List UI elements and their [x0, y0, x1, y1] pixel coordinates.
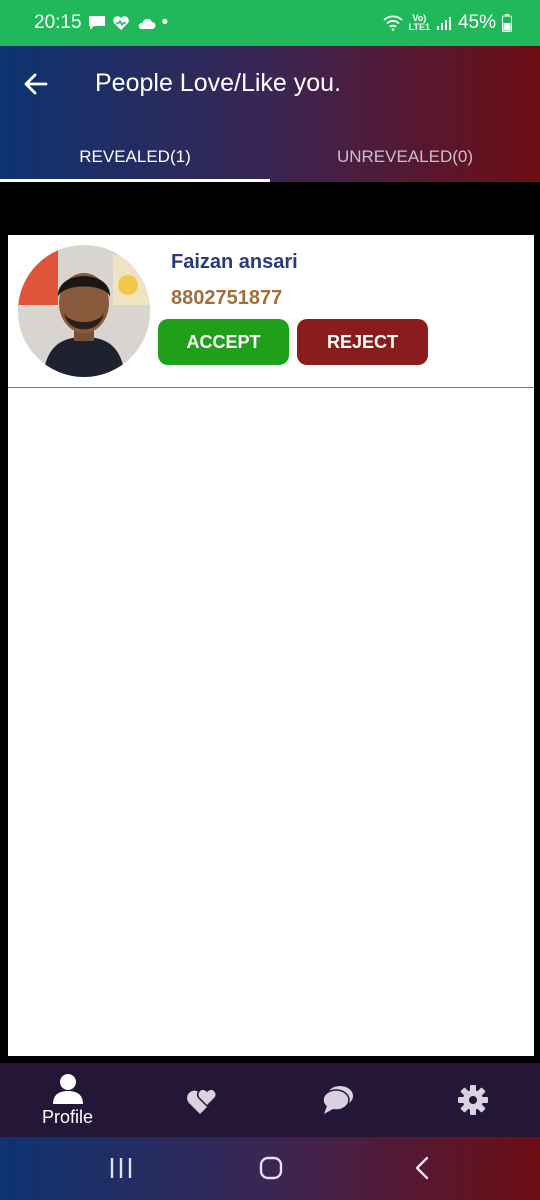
recents-icon: [110, 1158, 132, 1178]
tab-revealed-label: REVEALED(1): [79, 147, 191, 166]
tab-unrevealed-label: UNREVEALED(0): [336, 147, 474, 166]
status-bar: 20:15 • Vo) LTE1 45%: [0, 0, 540, 46]
tab-bar: REVEALED(1) UNREVEALED(0): [0, 132, 540, 182]
battery-percent: 45%: [457, 12, 496, 33]
nav-chat[interactable]: [270, 1063, 405, 1137]
chat-bubble-icon: [321, 1086, 353, 1114]
back-icon: [415, 1156, 429, 1180]
nav-profile-label: Profile: [41, 1106, 94, 1127]
status-time: 20:15: [34, 12, 82, 33]
nav-profile[interactable]: Profile: [0, 1063, 135, 1137]
system-nav-bar: [0, 1137, 540, 1200]
home-icon: [259, 1156, 283, 1180]
arrow-left-icon: [24, 73, 48, 95]
cloud-icon: [136, 16, 156, 30]
reject-button[interactable]: REJECT: [297, 319, 428, 365]
health-heart-icon: [112, 15, 130, 31]
tab-unrevealed[interactable]: UNREVEALED(0): [270, 132, 540, 182]
wifi-icon: [383, 15, 403, 31]
back-button[interactable]: [22, 70, 50, 98]
heart-icon: [186, 1088, 217, 1114]
people-list: Faizan ansari 8802751877 ACCEPT REJECT: [8, 235, 534, 1056]
gear-icon: [457, 1085, 488, 1115]
battery-icon: [502, 14, 512, 32]
person-phone: 8802751877: [171, 287, 283, 309]
page-title: People Love/Like you.: [95, 69, 342, 97]
avatar[interactable]: [18, 245, 150, 377]
bottom-nav: Profile: [0, 1063, 540, 1137]
person-name: Faizan ansari: [171, 251, 298, 273]
home-button[interactable]: [258, 1155, 284, 1186]
system-back-button[interactable]: [410, 1155, 436, 1186]
nav-settings[interactable]: [405, 1063, 540, 1137]
recents-button[interactable]: [108, 1155, 134, 1186]
list-item: Faizan ansari 8802751877 ACCEPT REJECT: [8, 235, 534, 388]
profile-photo: [18, 245, 150, 377]
app-header: People Love/Like you. REVEALED(1) UNREVE…: [0, 46, 540, 182]
lte-indicator: Vo) LTE1: [409, 14, 430, 32]
signal-icon: [436, 15, 452, 31]
status-dot: •: [161, 12, 169, 33]
tab-indicator: [0, 179, 270, 182]
person-icon: [52, 1073, 83, 1104]
lte-bottom-label: LTE1: [408, 22, 430, 32]
accept-button[interactable]: ACCEPT: [158, 319, 289, 365]
nav-likes[interactable]: [135, 1063, 270, 1137]
message-icon: [88, 15, 106, 31]
tab-revealed[interactable]: REVEALED(1): [0, 132, 270, 182]
